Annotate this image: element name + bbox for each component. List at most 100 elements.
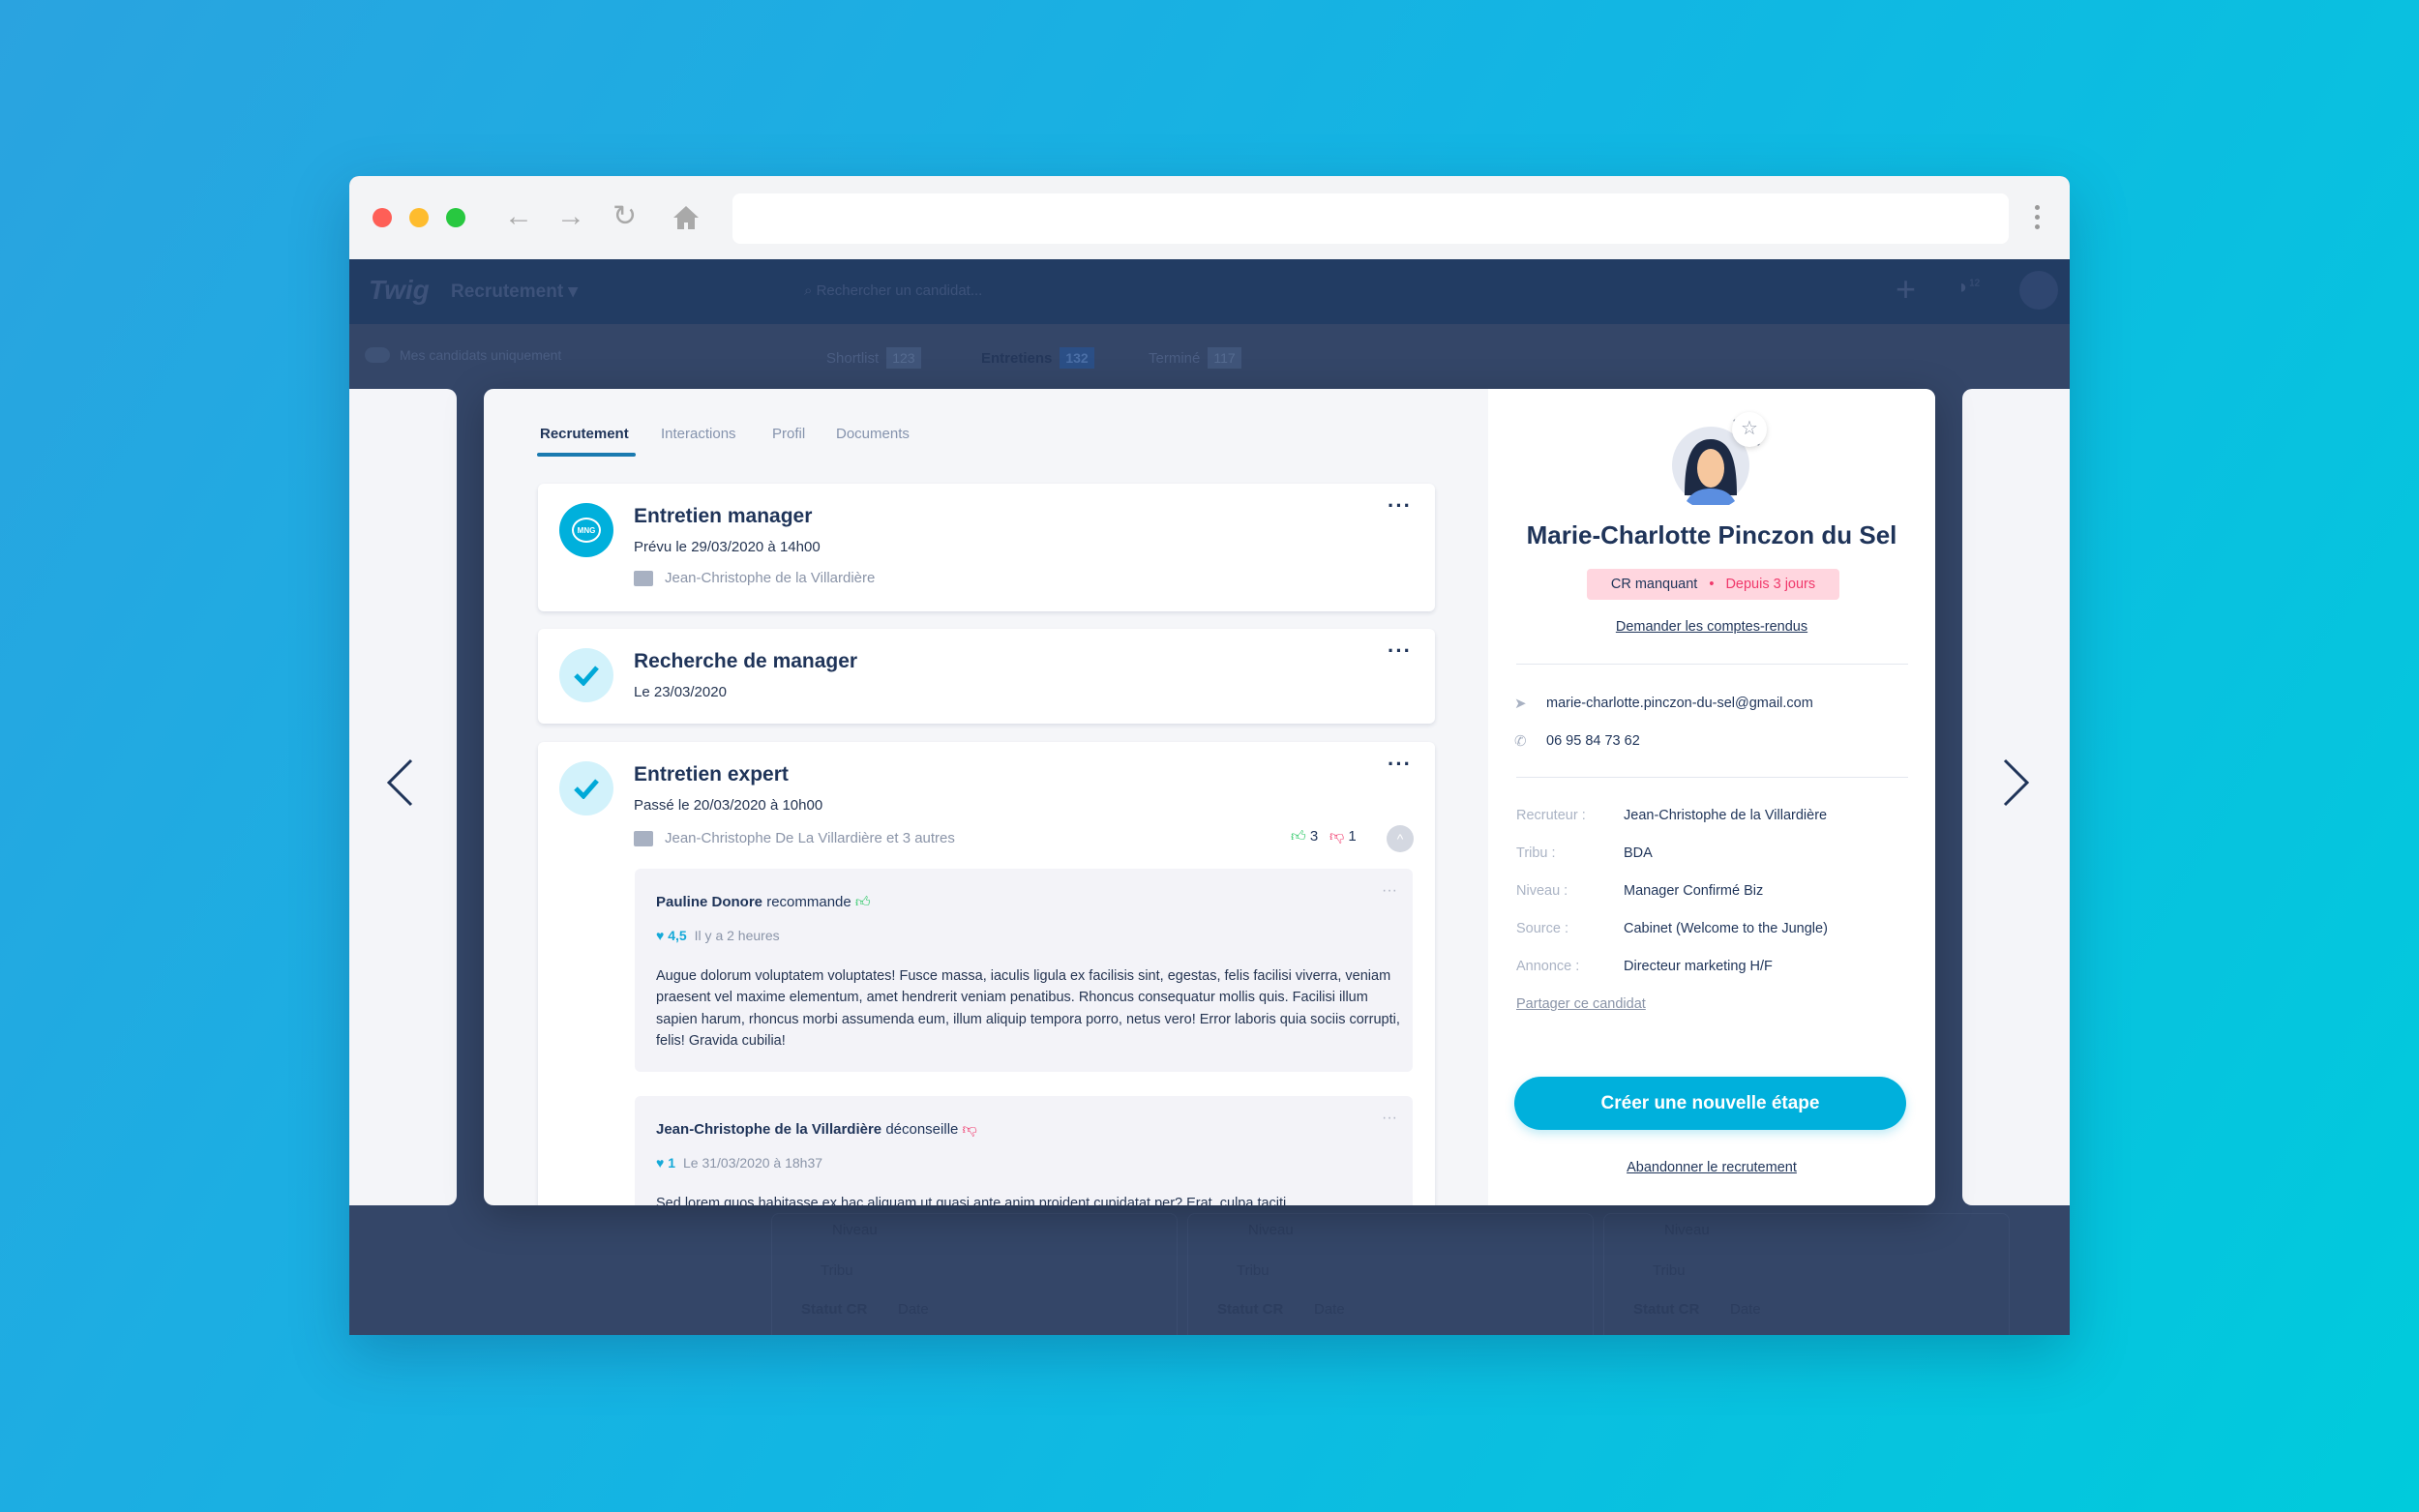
candidate-email[interactable]: marie-charlotte.pinczon-du-sel@gmail.com: [1546, 696, 1813, 711]
browser-toolbar: ← → ↻: [349, 176, 2070, 259]
reload-icon[interactable]: ↻: [612, 197, 637, 236]
section-dropdown[interactable]: Recrutement ▾: [451, 281, 578, 303]
next-candidate-panel[interactable]: [1962, 389, 2070, 1205]
search-placeholder: Rechercher un candidat...: [816, 282, 983, 299]
collapse-chevron-up-icon[interactable]: ^: [1387, 825, 1414, 852]
divider: [1516, 777, 1908, 778]
close-window-button[interactable]: [373, 208, 392, 227]
info-label: Niveau :: [1516, 883, 1568, 899]
feedback-author: Pauline Donore recommande 👍︎: [656, 894, 871, 910]
chevron-left-icon[interactable]: [386, 758, 415, 807]
info-value: Directeur marketing H/F: [1624, 959, 1773, 974]
step-date: Passé le 20/03/2020 à 10h00: [634, 797, 823, 814]
info-value: Manager Confirmé Biz: [1624, 883, 1764, 899]
more-options-icon[interactable]: ···: [1382, 1110, 1397, 1127]
abandon-recruitment-link[interactable]: Abandonner le recrutement: [1488, 1160, 1935, 1175]
candidate-sidebar: ☆ Marie-Charlotte Pinczon du Sel CR manq…: [1488, 389, 1935, 1205]
briefcase-icon: [634, 570, 653, 586]
previous-candidate-panel[interactable]: [349, 389, 457, 1205]
info-value: BDA: [1624, 845, 1653, 861]
notifications-icon[interactable]: ◗12: [1957, 277, 1980, 299]
background-candidate-card: Niveau Tribu Statut CR Date: [1187, 1213, 1594, 1335]
thumbs-down-icon: 👎︎: [962, 1121, 977, 1138]
status-badge: CR manquant • Depuis 3 jours: [1587, 569, 1839, 600]
divider: [1516, 664, 1908, 665]
thumbs-up-count: 👍︎ 3: [1291, 828, 1319, 845]
tab-recrutement[interactable]: Recrutement: [540, 426, 629, 442]
info-value: Jean-Christophe de la Villardière: [1624, 808, 1828, 823]
my-candidates-toggle[interactable]: [365, 347, 390, 363]
briefcase-icon: [634, 830, 653, 846]
feedback-item: Jean-Christophe de la Villardière décons…: [635, 1096, 1413, 1205]
step-title: Recherche de manager: [634, 650, 858, 672]
tab-profil[interactable]: Profil: [772, 426, 805, 442]
thumbs-up-icon: 👍︎: [1291, 828, 1306, 845]
more-options-icon[interactable]: ···: [1388, 638, 1412, 664]
logo: Twig: [369, 275, 430, 305]
notification-count: 12: [1969, 278, 1981, 289]
check-icon: [559, 761, 613, 815]
favorite-star-icon[interactable]: ☆: [1732, 412, 1767, 447]
heart-icon: ♥ 4,5: [656, 928, 687, 943]
browser-window: ← → ↻ Twig Recrutement ▾ ⌕ Rechercher un…: [349, 176, 2070, 1335]
info-label: Tribu :: [1516, 845, 1556, 861]
filters-bar: Mes candidats uniquement Shortlist 123 En…: [349, 324, 2070, 389]
candidate-modal: Recrutement Interactions Profil Document…: [484, 389, 1935, 1205]
step-recruiter: Jean-Christophe de la Villardière: [634, 570, 875, 586]
candidate-name: Marie-Charlotte Pinczon du Sel: [1526, 520, 1897, 549]
search-input[interactable]: ⌕ Rechercher un candidat...: [804, 282, 982, 299]
section-label: Recrutement: [451, 282, 564, 302]
pipeline-tab-entretiens[interactable]: Entretiens 132: [981, 347, 1094, 369]
feedback-text: Sed lorem quos habitasse ex hac aliquam …: [656, 1196, 1287, 1205]
step-card[interactable]: MNG Entretien manager Prévu le 29/03/202…: [538, 484, 1435, 611]
phone-icon: ✆: [1514, 733, 1527, 750]
send-icon: ➤: [1514, 696, 1527, 712]
active-tab-indicator: [537, 453, 636, 457]
feedback-meta: ♥ 1 Le 31/03/2020 à 18h37: [656, 1155, 823, 1171]
app-header: Twig Recrutement ▾ ⌕ Rechercher un candi…: [349, 259, 2070, 324]
background-candidate-card: Niveau Tribu Statut CR Date: [771, 1213, 1178, 1335]
info-label: Recruteur :: [1516, 808, 1586, 823]
toggle-label: Mes candidats uniquement: [400, 347, 562, 363]
thumbs-up-icon: 👍︎: [854, 894, 871, 910]
more-options-icon[interactable]: ···: [1388, 493, 1412, 519]
feedback-item: Pauline Donore recommande 👍︎ ··· ♥ 4,5 Il…: [635, 869, 1413, 1072]
tab-documents[interactable]: Documents: [836, 426, 910, 442]
home-icon[interactable]: [672, 205, 700, 235]
chevron-right-icon[interactable]: [2001, 758, 2030, 807]
kebab-menu-icon[interactable]: [2035, 205, 2040, 229]
user-avatar[interactable]: [2019, 271, 2058, 310]
candidate-phone[interactable]: 06 95 84 73 62: [1546, 733, 1640, 749]
maximize-window-button[interactable]: [446, 208, 465, 227]
feedback-text: Augue dolorum voluptatem voluptates! Fus…: [656, 968, 1400, 1049]
minimize-window-button[interactable]: [409, 208, 429, 227]
step-recruiter: Jean-Christophe De La Villardière et 3 a…: [634, 830, 955, 846]
share-candidate-link[interactable]: Partager ce candidat: [1516, 996, 1646, 1012]
feedback-meta: ♥ 4,5 Il y a 2 heures: [656, 928, 780, 943]
info-value: Cabinet (Welcome to the Jungle): [1624, 921, 1828, 936]
forward-arrow-icon[interactable]: →: [556, 197, 585, 236]
tab-interactions[interactable]: Interactions: [661, 426, 736, 442]
info-label: Annonce :: [1516, 959, 1580, 974]
pipeline-tab-termine[interactable]: Terminé 117: [1149, 347, 1241, 369]
check-icon: [559, 648, 613, 702]
more-options-icon[interactable]: ···: [1382, 882, 1397, 900]
step-date: Le 23/03/2020: [634, 684, 727, 700]
info-label: Source :: [1516, 921, 1568, 936]
address-bar[interactable]: [732, 193, 2009, 244]
back-arrow-icon[interactable]: ←: [504, 197, 533, 236]
step-card-expanded[interactable]: Entretien expert Passé le 20/03/2020 à 1…: [538, 742, 1435, 1205]
thumbs-down-icon: 👎︎: [1329, 828, 1345, 845]
create-step-button[interactable]: Créer une nouvelle étape: [1514, 1077, 1906, 1130]
background-candidate-card: Niveau Tribu Statut CR Date: [1603, 1213, 2010, 1335]
add-icon[interactable]: +: [1896, 269, 1916, 310]
step-card[interactable]: Recherche de manager Le 23/03/2020 ···: [538, 629, 1435, 724]
pipeline-tab-shortlist[interactable]: Shortlist 123: [826, 347, 921, 369]
thumbs-down-count: 👎︎ 1: [1329, 828, 1357, 845]
feedback-author: Jean-Christophe de la Villardière décons…: [656, 1121, 977, 1138]
step-date: Prévu le 29/03/2020 à 14h00: [634, 539, 821, 555]
heart-icon: ♥ 1: [656, 1155, 675, 1171]
step-title: Entretien manager: [634, 505, 813, 527]
more-options-icon[interactable]: ···: [1388, 752, 1412, 777]
request-reports-link[interactable]: Demander les comptes-rendus: [1488, 619, 1935, 635]
